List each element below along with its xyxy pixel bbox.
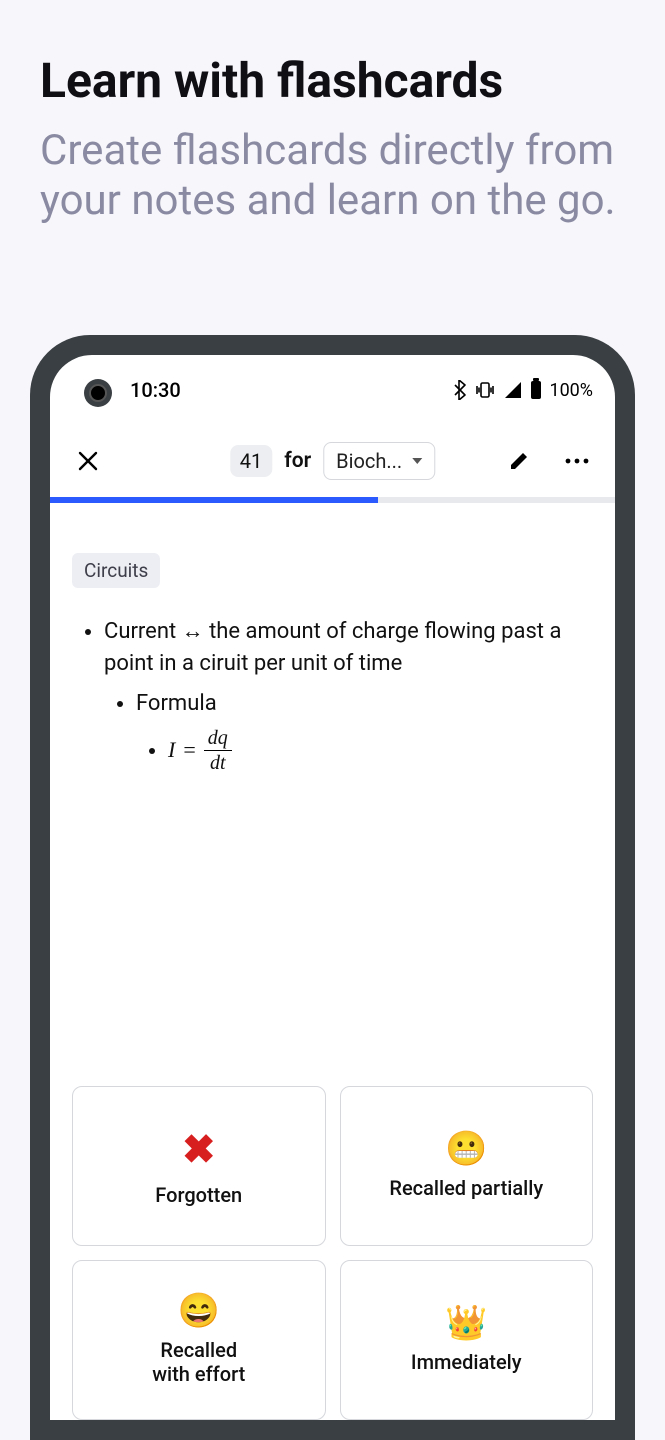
formula-I: I [168,734,175,766]
bullet-formula-label: Formula [136,688,593,720]
phone-screen: 10:30 100% 41 for [50,355,615,1420]
marketing-subhead: Create flashcards directly from your not… [40,126,625,227]
status-bar: 10:30 100% [50,355,615,425]
marketing-headline: Learn with flashcards [40,55,625,108]
more-button[interactable] [557,441,597,481]
answer-effort-button[interactable]: 😄 Recalled with effort [72,1260,326,1420]
for-label: for [284,449,311,473]
answer-label: Recalled with effort [152,1338,245,1386]
cross-icon: ✖ [182,1126,216,1173]
phone-frame: 10:30 100% 41 for [30,335,635,1440]
smile-emoji-icon: 😄 [178,1294,220,1328]
progress-fill [50,497,378,503]
answer-label: Immediately [411,1350,522,1374]
status-time: 10:30 [130,378,181,402]
topic-tag: Circuits [72,553,160,588]
flashcard-body: Circuits Current ↔ the amount of charge … [50,535,615,1420]
phone-mock: 10:30 100% 41 for [30,335,635,1440]
card-count-badge: 41 [230,445,272,477]
answer-label: Forgotten [155,1183,242,1207]
answer-forgotten-button[interactable]: ✖ Forgotten [72,1086,326,1246]
battery-icon [531,381,541,399]
vibrate-icon [475,381,495,399]
crown-emoji-icon: 👑 [445,1306,487,1340]
grimace-emoji-icon: 😬 [445,1132,487,1166]
progress-bar [50,497,615,503]
signal-icon [505,382,521,398]
answer-partial-button[interactable]: 😬 Recalled partially [340,1086,594,1246]
close-button[interactable] [68,441,108,481]
deck-selected-label: Bioch... [336,449,402,473]
answer-grid: ✖ Forgotten 😬 Recalled partially 😄 Recal… [72,1086,593,1420]
app-bar: 41 for Bioch... [50,425,615,497]
status-icons: 100% [453,380,593,401]
card-content: Current ↔ the amount of charge flowing p… [72,616,593,773]
formula-numerator: dq [204,728,232,751]
chevron-down-icon [412,458,422,464]
formula-denominator: dt [210,751,226,773]
formula-eq: = [183,734,195,766]
deck-select[interactable]: Bioch... [323,442,435,480]
battery-percent: 100% [549,380,593,401]
answer-label: Recalled partially [389,1176,543,1200]
answer-immediately-button[interactable]: 👑 Immediately [340,1260,594,1420]
more-horizontal-icon [565,458,589,464]
edit-button[interactable] [499,441,539,481]
bullet-formula: I = dq dt [168,728,593,773]
pencil-icon [508,450,530,472]
bullet-definition: Current ↔ the amount of charge flowing p… [104,616,593,680]
bluetooth-icon [453,380,467,400]
close-icon [77,450,99,472]
